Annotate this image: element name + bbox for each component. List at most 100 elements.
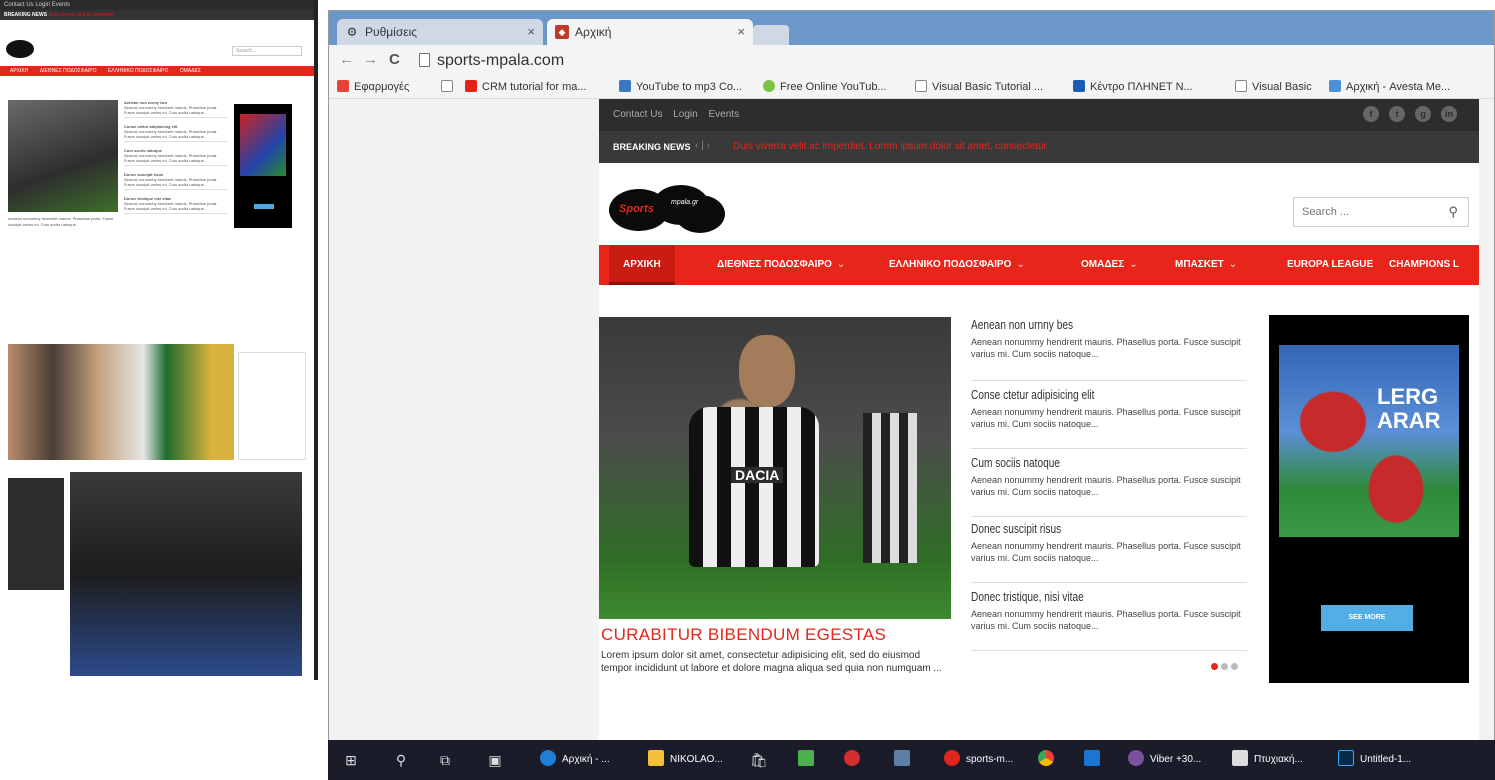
search-input[interactable] [1294, 198, 1434, 226]
bookmark-plhnet[interactable]: Κέντρο ΠΛΗΝΕΤ Ν... [1073, 80, 1193, 93]
back-icon[interactable]: ← [339, 51, 354, 68]
bookmark-blank[interactable] [441, 80, 458, 93]
main-menu: ΑΡΧΙΚΗ ΔΙΕΘΝΕΣ ΠΟΔΟΣΦΑΙΡΟ ⌄ ΕΛΛΗΝΙΚΟ ΠΟΔΟ… [599, 245, 1479, 285]
login-link[interactable]: Login [673, 109, 697, 120]
facebook-icon[interactable]: f [1363, 106, 1379, 122]
chrome-icon [1038, 750, 1054, 766]
taskbar-item-media[interactable] [844, 740, 866, 780]
search-icon[interactable]: ⚲ [390, 740, 412, 780]
left-menu-item: ΟΜΑΔΕΣ [179, 68, 201, 74]
left-news-list: Aenean non urnny bes Aenean nonummy hendr… [124, 100, 228, 220]
list-item[interactable]: Conse ctetur adipisicing elit Aenean non… [971, 387, 1247, 449]
left-ad-banner [234, 104, 292, 228]
taskbar-item-opera[interactable]: sports-m... [944, 740, 1013, 780]
chevron-down-icon: ⌄ [1129, 259, 1138, 270]
list-item[interactable]: Donec suscipit risus Aenean nonummy hend… [971, 521, 1247, 583]
logo-text: Sports [619, 203, 654, 215]
list-item-title[interactable]: Aenean non urnny bes [971, 317, 1186, 332]
slider-dot[interactable] [1231, 663, 1238, 670]
ad-image [1279, 345, 1459, 537]
twitter-icon[interactable]: t [1389, 106, 1405, 122]
menu-item-teams[interactable]: ΟΜΑΔΕΣ ⌄ [1081, 245, 1138, 285]
contact-link[interactable]: Contact Us [613, 109, 662, 120]
task-view-icon[interactable]: ⧉ [434, 740, 456, 780]
list-item[interactable]: Cum sociis natoque Aenean nonummy hendre… [971, 455, 1247, 517]
menu-item-champions[interactable]: CHAMPIONS L [1389, 245, 1459, 285]
store-icon[interactable]: 🛍 [748, 740, 770, 780]
left-hero-text: Aenean nonummy hendrerit mauris. Phasell… [8, 216, 114, 227]
left-breaking-text: Duis viverra velit ac imperdiet [48, 12, 114, 18]
menu-item-home[interactable]: ΑΡΧΙΚΗ [609, 245, 675, 285]
close-icon[interactable]: × [737, 19, 745, 45]
list-item[interactable]: Aenean non urnny bes Aenean nonummy hend… [971, 317, 1247, 381]
ad-banner[interactable]: LERG ARAR SEE MORE [1269, 315, 1469, 683]
hero-image[interactable]: DACIA [599, 317, 951, 619]
taskbar-item-chrome[interactable] [1038, 740, 1060, 780]
bookmark-vb-tutorial[interactable]: Visual Basic Tutorial ... [915, 80, 1043, 93]
left-mockup-panel: Contact Us Login Events BREAKING NEWS Du… [0, 0, 318, 680]
taskbar-item-app[interactable] [798, 740, 820, 780]
page-icon [419, 53, 430, 67]
breaking-news-label: BREAKING NEWS [613, 142, 691, 152]
list-item-title[interactable]: Donec tristique, nisi vitae [971, 589, 1186, 604]
new-tab-button[interactable] [753, 25, 789, 45]
close-icon[interactable]: × [527, 19, 535, 45]
bookmark-crm[interactable]: CRM tutorial for ma... [465, 80, 587, 93]
google-plus-icon[interactable]: g [1415, 106, 1431, 122]
news-nav-arrows[interactable]: ‹ | › [695, 140, 710, 151]
taskbar-item-folder[interactable]: NIKOLAO... [648, 740, 723, 780]
left-logo [6, 40, 34, 58]
taskbar-item-player[interactable] [1084, 740, 1106, 780]
tab-settings[interactable]: ⚙ Ρυθμίσεις × [337, 19, 543, 45]
ad-button[interactable]: SEE MORE [1321, 605, 1413, 631]
taskbar-item-document[interactable]: Πτυχιακή... [1232, 740, 1303, 780]
list-item-title[interactable]: Cum sociis natoque [971, 455, 1186, 470]
list-item-title[interactable]: Donec suscipit risus [971, 521, 1186, 536]
top-links: Contact Us Login Events [613, 109, 747, 120]
tab-home[interactable]: ◆ Αρχική × [547, 19, 753, 45]
site-logo[interactable]: Sports mpala.gr [609, 185, 725, 233]
bookmark-visual-basic[interactable]: Visual Basic [1235, 80, 1312, 93]
browser-window: ⚙ Ρυθμίσεις × ◆ Αρχική × ← → C sports-mp… [328, 10, 1495, 751]
list-item-title[interactable]: Conse ctetur adipisicing elit [971, 387, 1186, 402]
menu-item-greek[interactable]: ΕΛΛΗΝΙΚΟ ΠΟΔΟΣΦΑΙΡΟ ⌄ [889, 245, 1025, 285]
document-icon [1232, 750, 1248, 766]
opera-icon [944, 750, 960, 766]
player-shirt [689, 407, 819, 567]
forward-icon[interactable]: → [363, 51, 378, 68]
menu-item-international[interactable]: ΔΙΕΘΝΕΣ ΠΟΔΟΣΦΑΙΡΟ ⌄ [717, 245, 845, 285]
tab-label: Αρχική [575, 25, 612, 39]
page-icon [441, 80, 453, 92]
list-item[interactable]: Donec tristique, nisi vitae Aenean nonum… [971, 589, 1247, 651]
site-topbar: Contact Us Login Events f t g in [599, 99, 1479, 131]
taskbar-item-edge[interactable]: Αρχική - ... [540, 740, 610, 780]
taskbar-item-photoshop[interactable]: Untitled-1... [1338, 740, 1411, 780]
events-link[interactable]: Events [709, 109, 740, 120]
menu-item-europa[interactable]: EUROPA LEAGUE [1287, 245, 1373, 285]
slider-dot[interactable] [1221, 663, 1228, 670]
left-search: Search... [232, 46, 302, 56]
hero-title[interactable]: CURABITUR BIBENDUM EGESTAS [601, 625, 886, 645]
bookmark-free-online[interactable]: Free Online YouTub... [763, 80, 887, 93]
url-field[interactable]: sports-mpala.com [437, 52, 564, 70]
edge-icon [540, 750, 556, 766]
chevron-down-icon: ⌄ [1016, 259, 1025, 270]
search-icon[interactable]: ⚲ [1448, 204, 1458, 220]
chevron-down-icon: ⌄ [836, 259, 846, 270]
reload-icon[interactable]: C [389, 51, 400, 68]
site-favicon-icon: ◆ [555, 25, 569, 39]
linkedin-icon[interactable]: in [1441, 106, 1457, 122]
bookmark-avesta[interactable]: Αρχική - Avesta Me... [1329, 80, 1450, 93]
bookmark-apps[interactable]: Εφαρμογές [337, 80, 409, 93]
taskbar-item-viber[interactable]: Viber +30... [1128, 740, 1201, 780]
menu-item-basket[interactable]: ΜΠΑΣΚΕΤ ⌄ [1175, 245, 1237, 285]
slider-dot-active[interactable] [1211, 663, 1218, 670]
breaking-news-text[interactable]: Duis viverra velit ac imperdiet. Lorem i… [733, 141, 1047, 152]
taskbar-item-photos[interactable] [894, 740, 916, 780]
photo-viewer-icon[interactable]: ▣ [484, 740, 506, 780]
bookmark-yt-mp3[interactable]: YouTube to mp3 Co... [619, 80, 742, 93]
windows-icon[interactable]: ⊞ [340, 740, 362, 780]
chevron-down-icon: ⌄ [1228, 259, 1238, 270]
hero-description: Lorem ipsum dolor sit amet, consectetur … [601, 650, 942, 674]
avesta-icon [1329, 80, 1341, 92]
